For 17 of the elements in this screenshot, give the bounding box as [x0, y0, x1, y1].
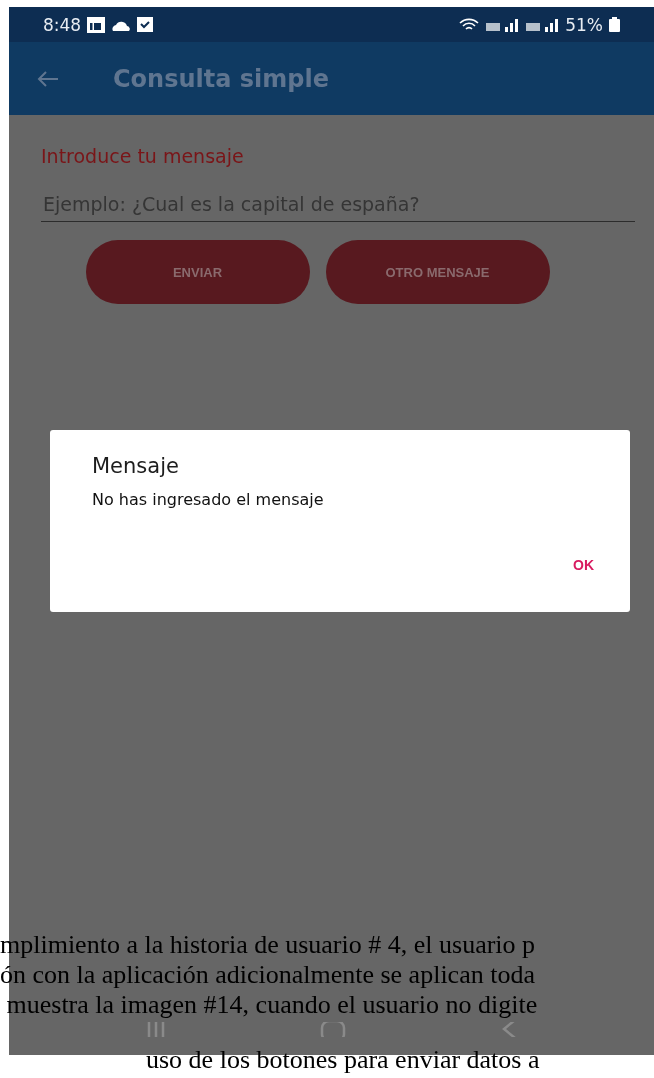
send-button[interactable]: ENVIAR [85, 240, 310, 304]
signal-icon [525, 17, 560, 32]
checkbox-icon [137, 17, 154, 32]
new-message-button[interactable]: OTRO MENSAJE [325, 240, 550, 304]
dialog-message: No has ingresado el mensaje [92, 490, 324, 509]
screen-title: Consulta simple [113, 64, 329, 93]
battery-percent: 51% [565, 14, 603, 35]
dialog-title: Mensaje [92, 454, 179, 478]
status-time: 8:48 [43, 14, 82, 35]
home-icon[interactable] [320, 1022, 347, 1037]
signal-icon [485, 17, 520, 32]
ok-button[interactable]: OK [565, 553, 602, 577]
battery-icon [609, 17, 620, 32]
recent-apps-icon[interactable] [146, 1022, 167, 1037]
field-label: Introduce tu mensaje [41, 145, 244, 167]
back-icon[interactable] [500, 1022, 517, 1037]
back-arrow-icon[interactable] [37, 69, 59, 88]
